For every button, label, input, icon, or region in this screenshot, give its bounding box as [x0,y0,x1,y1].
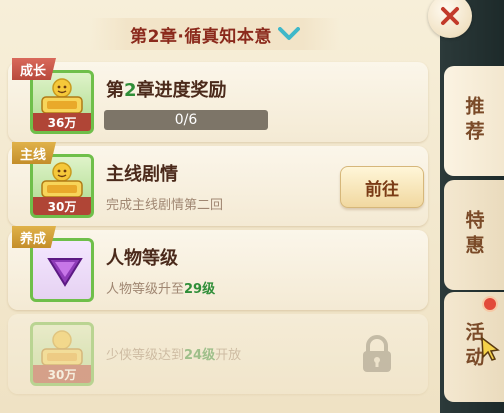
notification-dot [482,296,498,312]
chapter-title: 第2章·循真知本意 [130,26,272,47]
task-tag: 养成 [12,226,57,248]
task-tag: 主线 [12,142,57,164]
chapter-banner[interactable]: 第2章·循真知本意 [90,18,340,50]
task-description-prefix: 少侠等级达到 [106,348,185,363]
exp-icon [41,162,83,198]
pointer-cursor-icon [481,336,500,361]
task-title-prefix: 第 [106,80,124,101]
exp-icon [41,330,83,366]
purple-gem-icon [47,258,83,287]
task-title-highlight: 2 [124,80,137,101]
lock-icon [363,335,391,372]
task-card-main-story: 主线 30万 主线剧情 完成主线剧情第二回 前往 [8,142,428,226]
task-title-suffix: 章进度奖励 [136,80,227,101]
reward-amount: 30万 [33,197,91,215]
task-description-highlight: 29级 [184,282,216,297]
task-tag: 成长 [12,58,57,80]
tab-special-offer[interactable]: 特惠 [444,180,504,290]
task-title: 主线剧情 [106,164,178,185]
task-description: 完成主线剧情第二回 [106,198,224,213]
goto-button[interactable]: 前往 [340,166,424,208]
reward-amount: 36万 [33,113,91,131]
reward-amount: 30万 [33,365,91,383]
task-card-chapter-progress: 成长 36万 第2章进度奖励 0/6 [8,58,428,142]
task-description-prefix: 人物等级升至 [106,282,185,297]
task-card-locked: 30万 少侠等级达到24级开放 [8,314,428,394]
exp-icon [41,78,83,114]
task-description-suffix: 开放 [215,348,242,363]
progress-text: 0/6 [174,112,198,128]
task-title: 人物等级 [106,248,178,269]
task-description-highlight: 24级 [184,348,216,363]
task-description: 人物等级升至29级 [106,278,215,297]
progress-bar: 0/6 [104,110,268,130]
chevron-down-icon[interactable] [277,27,300,41]
tab-recommend[interactable]: 推荐 [444,66,504,176]
reward-item[interactable]: 30万 [30,322,94,386]
close-icon [441,7,459,25]
task-card-character-level: 养成 人物等级 人物等级升至29级 [8,226,428,310]
task-title: 第2章进度奖励 [106,76,227,102]
task-description: 少侠等级达到24级开放 [106,344,241,363]
